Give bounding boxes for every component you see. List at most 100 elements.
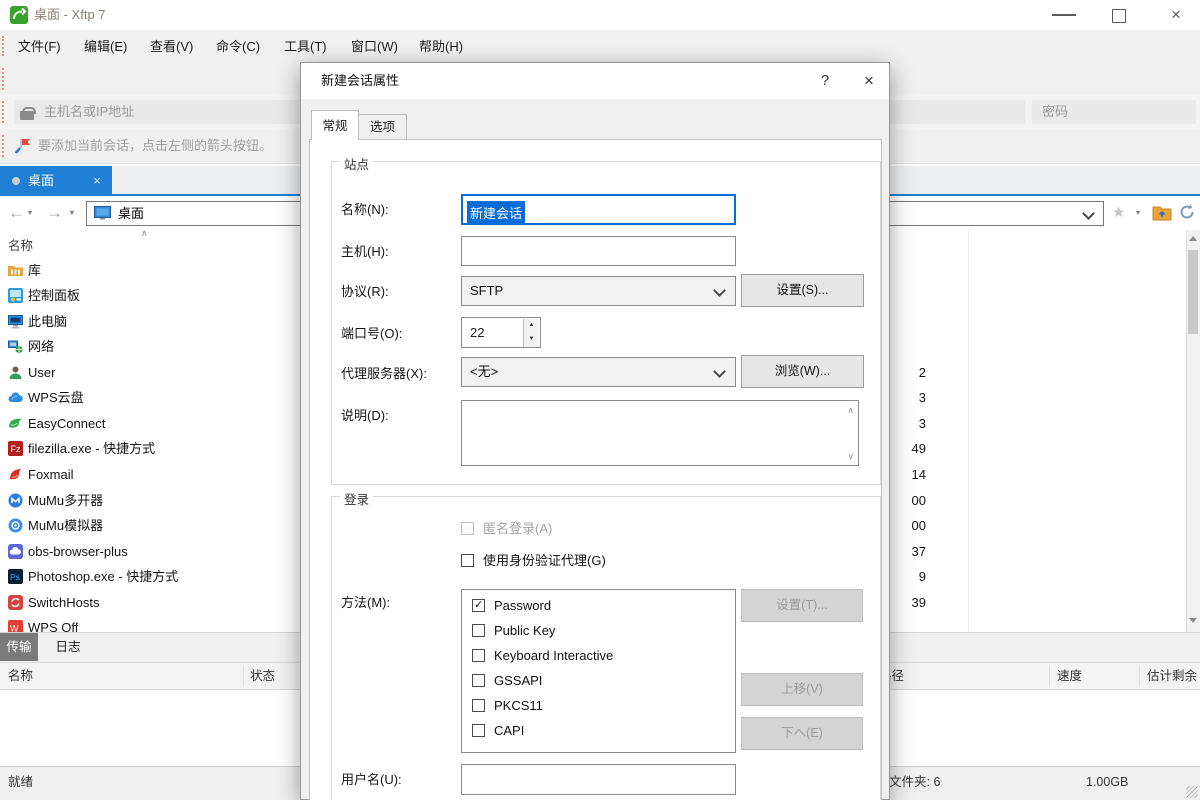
forward-dropdown-icon[interactable]: ▾ xyxy=(70,196,74,230)
password-input[interactable]: 密码 xyxy=(1032,100,1196,124)
file-label: EasyConnect xyxy=(28,416,106,431)
textarea-scroll-up-icon[interactable]: ∧ xyxy=(847,405,854,415)
menu-command[interactable]: 命令(C) xyxy=(216,30,260,63)
menu-window[interactable]: 窗口(W) xyxy=(351,30,398,63)
protocol-settings-button[interactable]: 设置(S)... xyxy=(741,274,864,307)
method-item[interactable]: Public Key xyxy=(462,618,735,643)
mumu-emulator-icon xyxy=(8,518,23,533)
hint-text: 要添加当前会话，点击左侧的箭头按钮。 xyxy=(38,138,273,153)
back-dropdown-icon[interactable]: ▾ xyxy=(28,196,32,230)
name-label: 名称(N): xyxy=(341,202,389,217)
tab-log[interactable]: 日志 xyxy=(44,633,92,661)
port-input[interactable]: 22 ▲ ▼ xyxy=(461,317,541,348)
library-icon xyxy=(8,263,23,278)
flag-icon xyxy=(14,138,31,158)
control-panel-icon xyxy=(8,288,23,303)
dialog-username-input[interactable] xyxy=(461,764,736,795)
maximize-icon[interactable] xyxy=(1112,9,1126,23)
session-tab-close-icon[interactable]: × xyxy=(88,166,106,196)
menu-help[interactable]: 帮助(H) xyxy=(419,30,463,63)
menu-file[interactable]: 文件(F) xyxy=(18,30,61,63)
username-label: 用户名(U): xyxy=(341,772,402,787)
minimize-icon[interactable] xyxy=(1052,14,1076,16)
method-checkbox[interactable] xyxy=(472,624,485,637)
session-host-input[interactable] xyxy=(461,236,736,266)
help-icon[interactable]: ? xyxy=(809,63,841,99)
file-label: filezilla.exe - 快捷方式 xyxy=(28,441,156,456)
file-label: 控制面板 xyxy=(28,288,81,303)
method-item-label: Public Key xyxy=(494,623,556,638)
transfer-col-eta[interactable]: 估计剩余 xyxy=(1147,662,1197,690)
file-label: Foxmail xyxy=(28,467,74,482)
status-ready: 就绪 xyxy=(8,775,34,789)
session-name-input[interactable]: 新建会话 xyxy=(461,194,736,225)
status-folders: 文件夹: 6 xyxy=(889,775,941,789)
port-label: 端口号(O): xyxy=(341,326,403,341)
method-checkbox[interactable] xyxy=(472,674,485,687)
column-header-name[interactable]: 名称 xyxy=(8,234,33,258)
file-label: MuMu多开器 xyxy=(28,493,104,508)
auth-agent-label: 使用身份验证代理(G) xyxy=(483,553,606,568)
dialog-tab-general[interactable]: 常规 xyxy=(311,110,359,140)
method-checkbox[interactable] xyxy=(472,724,485,737)
favorites-star-icon[interactable]: ★ xyxy=(1112,196,1125,230)
transfer-col-speed[interactable]: 速度 xyxy=(1057,662,1082,690)
method-settings-button: 设置(T)... xyxy=(741,589,863,622)
resize-grip[interactable] xyxy=(1186,786,1198,798)
tab-transfer[interactable]: 传输 xyxy=(0,633,38,661)
protocol-dropdown-icon xyxy=(713,284,726,297)
login-group-label: 登录 xyxy=(340,489,374,508)
port-spin-down-icon[interactable]: ▼ xyxy=(523,333,539,347)
menu-edit[interactable]: 编辑(E) xyxy=(84,30,127,63)
method-item[interactable]: PKCS11 xyxy=(462,693,735,718)
file-label: 网络 xyxy=(28,339,55,354)
method-checkbox-checked[interactable]: ✓ xyxy=(472,599,485,612)
description-textarea[interactable]: ∧ ∨ xyxy=(461,400,859,466)
proxy-label: 代理服务器(X): xyxy=(341,366,427,381)
method-item[interactable]: ✓ Password xyxy=(462,593,735,618)
scrollbar-up-icon[interactable] xyxy=(1189,236,1197,241)
file-label: SwitchHosts xyxy=(28,595,100,610)
photoshop-icon: Ps xyxy=(8,569,23,584)
anonymous-label: 匿名登录(A) xyxy=(483,521,553,536)
port-spin-up-icon[interactable]: ▲ xyxy=(523,319,539,333)
file-label: Photoshop.exe - 快捷方式 xyxy=(28,569,179,584)
favorites-dropdown-icon[interactable]: ▾ xyxy=(1136,196,1140,230)
auth-agent-checkbox[interactable] xyxy=(461,554,474,567)
window-title: 桌面 - Xftp 7 xyxy=(34,7,106,22)
proxy-select[interactable]: <无> xyxy=(461,357,736,387)
method-item[interactable]: GSSAPI xyxy=(462,668,735,693)
menu-tools[interactable]: 工具(T) xyxy=(284,30,327,63)
session-tab-desktop[interactable]: 桌面 × xyxy=(0,166,112,196)
network-icon xyxy=(8,339,23,354)
menu-view[interactable]: 查看(V) xyxy=(150,30,193,63)
method-label: 方法(M): xyxy=(341,595,391,610)
dialog-tab-options[interactable]: 选项 xyxy=(359,114,407,140)
svg-text:Ps: Ps xyxy=(10,572,20,582)
close-icon[interactable]: × xyxy=(1164,0,1188,30)
transfer-col-name[interactable]: 名称 xyxy=(8,662,33,690)
scrollbar-thumb[interactable] xyxy=(1188,250,1198,334)
method-checkbox[interactable] xyxy=(472,649,485,662)
proxy-dropdown-icon xyxy=(713,365,726,378)
dialog-close-icon[interactable]: × xyxy=(853,63,885,99)
file-label: MuMu模拟器 xyxy=(28,518,104,533)
refresh-icon[interactable] xyxy=(1178,203,1196,224)
method-item[interactable]: Keyboard Interactive xyxy=(462,643,735,668)
forward-icon[interactable]: → xyxy=(46,196,63,230)
dialog-title-bar: 新建会话属性 ? × xyxy=(301,63,889,99)
protocol-select[interactable]: SFTP xyxy=(461,276,736,306)
home-folder-icon[interactable] xyxy=(1152,203,1172,224)
column-separator xyxy=(1139,665,1140,687)
proxy-browse-button[interactable]: 浏览(W)... xyxy=(741,355,864,388)
method-item[interactable]: CAPI xyxy=(462,718,735,743)
back-icon[interactable]: ← xyxy=(8,196,25,230)
method-listbox: ✓ Password Public Key Keyboard Interacti… xyxy=(461,589,736,753)
transfer-col-status[interactable]: 状态 xyxy=(250,662,275,690)
dialog-title: 新建会话属性 xyxy=(321,73,400,88)
scrollbar-down-icon[interactable] xyxy=(1189,618,1197,623)
new-session-dialog: 新建会话属性 ? × 常规 选项 站点 名称(N): 新建会话 主机(H): 协… xyxy=(300,62,890,800)
textarea-scroll-down-icon[interactable]: ∨ xyxy=(847,451,854,461)
method-checkbox[interactable] xyxy=(472,699,485,712)
file-label: WPS Off xyxy=(28,620,79,632)
